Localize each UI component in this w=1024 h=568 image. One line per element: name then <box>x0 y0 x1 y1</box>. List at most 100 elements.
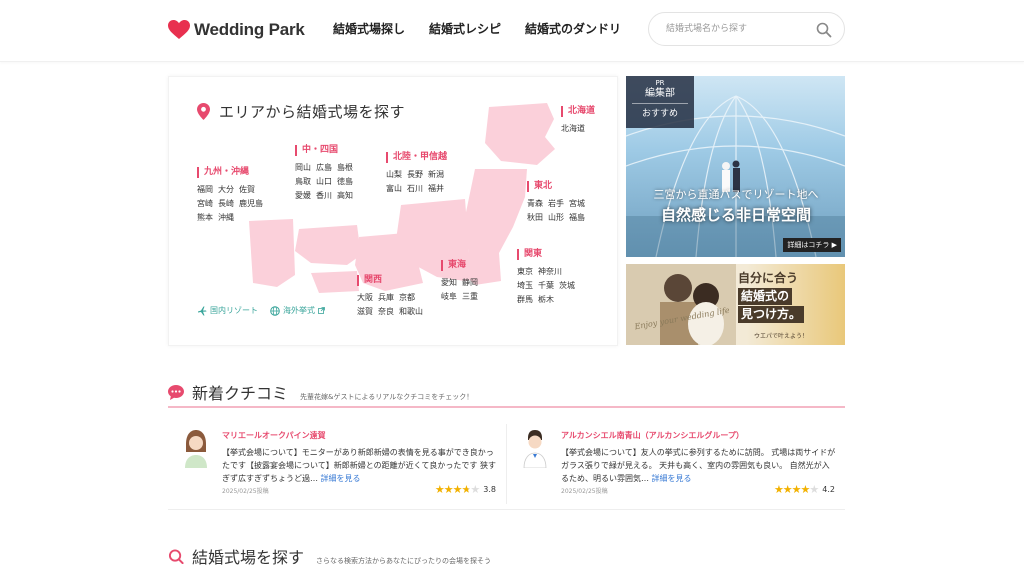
pref-link[interactable]: 大阪 <box>357 291 373 305</box>
pref-link[interactable]: 岡山 <box>295 161 311 175</box>
pref-link[interactable]: 滋賀 <box>357 305 373 319</box>
area-extra-links: 国内リゾート 海外挙式 <box>197 305 325 316</box>
pref-link[interactable]: 兵庫 <box>378 291 394 305</box>
pref-link[interactable]: 香川 <box>316 189 332 203</box>
pref-link[interactable]: 長崎 <box>218 197 234 211</box>
pref-link[interactable]: 京都 <box>399 291 415 305</box>
review-venue-link[interactable]: アルカンシエル南青山（アルカンシエルグループ） <box>561 430 744 441</box>
domestic-resort-label: 国内リゾート <box>210 306 258 315</box>
overseas-wedding-label: 海外挙式 <box>283 306 315 315</box>
pref-link[interactable]: 石川 <box>407 182 423 196</box>
venue-search-input[interactable] <box>666 21 816 37</box>
nav-wedding-schedule[interactable]: 結婚式のダンドリ <box>525 20 621 37</box>
region-chushikoku: 中・四国 岡山 広島 島根 鳥取 山口 徳島 愛媛 香川 高知 <box>295 145 353 203</box>
pref-link[interactable]: 徳島 <box>337 175 353 189</box>
promo-banner-find-wedding[interactable]: Enjoy your wedding life 自分に合う 結婚式の 見つけ方。… <box>626 264 845 345</box>
pref-link[interactable]: 大分 <box>218 183 234 197</box>
pref-link[interactable]: 三重 <box>462 290 478 304</box>
review-text: 【挙式会場について】友人の挙式に参列するために訪問。 式場は両サイドがガラス張り… <box>561 446 837 485</box>
region-name[interactable]: 関東 <box>517 249 575 260</box>
pref-link[interactable]: 愛知 <box>441 276 457 290</box>
review-more-link[interactable]: 詳細を見る <box>321 474 361 483</box>
pref-link[interactable]: 茨城 <box>559 279 575 293</box>
pref-link[interactable]: 宮崎 <box>197 197 213 211</box>
pref-link[interactable]: 青森 <box>527 197 543 211</box>
pref-link[interactable]: 長野 <box>407 168 423 182</box>
pref-link[interactable]: 岐阜 <box>441 290 457 304</box>
pref-link[interactable]: 愛媛 <box>295 189 311 203</box>
review-venue-link[interactable]: マリエールオークパイン遠賀 <box>222 430 326 441</box>
pref-link[interactable]: 東京 <box>517 265 533 279</box>
pref-link[interactable]: 福井 <box>428 182 444 196</box>
banner2-subtext: ウエパで叶えよう！ <box>754 333 809 340</box>
pref-link[interactable]: 栃木 <box>538 293 554 307</box>
search-icon[interactable] <box>816 22 832 38</box>
pref-link[interactable]: 新潟 <box>428 168 444 182</box>
pref-link[interactable]: 秋田 <box>527 211 543 225</box>
pref-link[interactable]: 埼玉 <box>517 279 533 293</box>
site-logo[interactable]: Wedding Park <box>168 18 305 42</box>
pref-link[interactable]: 山口 <box>316 175 332 189</box>
review-rating: ★★★★★ 4.2 <box>774 483 835 496</box>
banner1-more-button[interactable]: 詳細はコチラ ▶ <box>783 238 841 252</box>
pref-link[interactable]: 福岡 <box>197 183 213 197</box>
overseas-wedding-link[interactable]: 海外挙式 <box>270 305 325 316</box>
review-score: 4.2 <box>822 485 835 494</box>
pr-banner-resort[interactable]: PR 編集部 おすすめ 三宮から直通バスでリゾート地へ 自然感じる非日常空間 詳… <box>626 76 845 257</box>
pref-link[interactable]: 岩手 <box>548 197 564 211</box>
pref-link[interactable]: 島根 <box>337 161 353 175</box>
pref-link[interactable]: 佐賀 <box>239 183 255 197</box>
site-header: Wedding Park 結婚式場探し 結婚式レシピ 結婚式のダンドリ <box>0 0 1024 62</box>
region-name[interactable]: 中・四国 <box>295 145 353 156</box>
pref-link[interactable]: 和歌山 <box>399 305 423 319</box>
pref-link[interactable]: 北海道 <box>561 122 585 136</box>
region-name[interactable]: 東北 <box>527 181 585 192</box>
pref-link[interactable]: 沖縄 <box>218 211 234 225</box>
female-avatar-icon <box>185 430 207 468</box>
pref-link[interactable]: 山梨 <box>386 168 402 182</box>
review-rating: ★★★★★ 3.8 <box>435 483 496 496</box>
pref-link[interactable]: 山形 <box>548 211 564 225</box>
pref-link[interactable]: 鳥取 <box>295 175 311 189</box>
banner1-more-label: 詳細はコチラ <box>787 241 830 249</box>
region-kansai: 関西 大阪 兵庫 京都 滋賀 奈良 和歌山 <box>357 275 423 319</box>
review-text: 【挙式会場について】モニターがあり新郎新婦の表情を見る事ができ良かったです【披露… <box>222 446 498 485</box>
region-name[interactable]: 東海 <box>441 260 478 271</box>
pref-link[interactable]: 富山 <box>386 182 402 196</box>
region-name[interactable]: 九州・沖縄 <box>197 167 263 178</box>
search-heading: 結婚式場を探す <box>192 548 305 567</box>
area-title: エリアから結婚式場を探す <box>197 101 405 122</box>
pr-label: PR <box>655 79 665 87</box>
external-link-icon <box>318 307 325 314</box>
pref-link[interactable]: 鹿児島 <box>239 197 263 211</box>
nav-venue-search[interactable]: 結婚式場探し <box>333 20 405 37</box>
pref-link[interactable]: 宮城 <box>569 197 585 211</box>
couple-photo <box>626 264 736 345</box>
search-description: さらなる検索方法からあなたにぴったりの会場を探そう <box>316 557 492 565</box>
region-name[interactable]: 北陸・甲信越 <box>386 152 447 163</box>
pref-link[interactable]: 群馬 <box>517 293 533 307</box>
area-title-text: エリアから結婚式場を探す <box>219 103 406 121</box>
pref-link[interactable]: 広島 <box>316 161 332 175</box>
region-hokkaido: 北海道 北海道 <box>561 106 595 136</box>
reviews-description: 先輩花嫁&ゲストによるリアルなクチコミをチェック！ <box>300 393 474 401</box>
domestic-resort-link[interactable]: 国内リゾート <box>197 305 258 316</box>
pref-link[interactable]: 奈良 <box>378 305 394 319</box>
venue-search-box <box>648 12 845 46</box>
pref-link[interactable]: 熊本 <box>197 211 213 225</box>
pref-link[interactable]: 福島 <box>569 211 585 225</box>
reviews-section-header: 新着クチコミ 先輩花嫁&ゲストによるリアルなクチコミをチェック！ <box>168 380 473 404</box>
nav-wedding-recipe[interactable]: 結婚式レシピ <box>429 20 501 37</box>
pref-link[interactable]: 神奈川 <box>538 265 562 279</box>
review-card[interactable]: アルカンシエル南青山（アルカンシエルグループ） 【挙式会場について】友人の挙式に… <box>507 420 845 508</box>
reviews-heading: 新着クチコミ <box>192 384 289 403</box>
review-more-link[interactable]: 詳細を見る <box>652 474 692 483</box>
pref-link[interactable]: 静岡 <box>462 276 478 290</box>
pref-link[interactable]: 高知 <box>337 189 353 203</box>
region-name[interactable]: 関西 <box>357 275 423 286</box>
star-rating-icon: ★★★★★ <box>773 483 819 496</box>
pref-link[interactable]: 千葉 <box>538 279 554 293</box>
region-name[interactable]: 北海道 <box>561 106 595 117</box>
banner2-line2: 結婚式の <box>738 288 793 305</box>
review-card[interactable]: マリエールオークパイン遠賀 【挙式会場について】モニターがあり新郎新婦の表情を見… <box>168 420 506 508</box>
